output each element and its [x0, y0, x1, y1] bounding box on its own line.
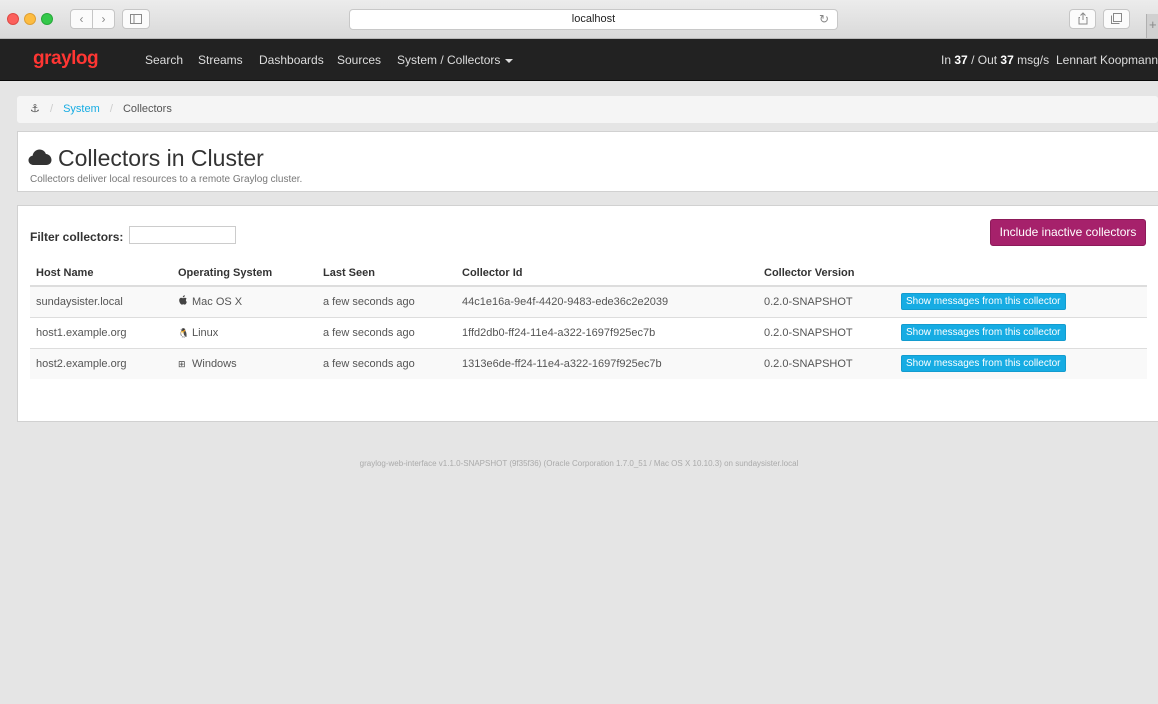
os-name: Mac OS X — [192, 296, 243, 309]
column-header-os: Operating System — [172, 260, 317, 287]
filter-label: Filter collectors: — [30, 230, 124, 244]
top-navbar: graylog Search Streams Dashboards Source… — [0, 39, 1158, 81]
breadcrumb-separator: / — [109, 103, 113, 115]
actions-cell: Show messages from this collector — [895, 285, 1147, 317]
collectors-table: Host Name Operating System Last Seen Col… — [30, 260, 1147, 379]
zoom-window-button[interactable] — [41, 13, 53, 25]
collectors-panel: Filter collectors: Include inactive coll… — [17, 205, 1158, 422]
nav-system-label: System / Collectors — [397, 53, 501, 67]
collector-id-cell: 1ffd2db0-ff24-11e4-a322-1697f925ec7b — [456, 316, 758, 348]
last-seen-cell: a few seconds ago — [317, 285, 456, 317]
host-name-cell: host2.example.org — [30, 347, 172, 379]
collector-version-cell: 0.2.0-SNAPSHOT — [758, 316, 895, 348]
actions-cell: Show messages from this collector — [895, 347, 1147, 379]
show-messages-button[interactable]: Show messages from this collector — [901, 324, 1066, 341]
collector-version-cell: 0.2.0-SNAPSHOT — [758, 347, 895, 379]
column-header-host: Host Name — [30, 260, 172, 287]
tabs-icon — [1111, 13, 1122, 24]
os-name: Linux — [192, 326, 219, 339]
table-row: host2.example.org ⊞ Windows a few seconds… — [30, 347, 1147, 379]
last-seen-cell: a few seconds ago — [317, 316, 456, 348]
nav-streams[interactable]: Streams — [198, 53, 243, 67]
host-name-cell: sundaysister.local — [30, 285, 172, 317]
column-header-version: Collector Version — [758, 260, 895, 287]
close-window-button[interactable] — [7, 13, 19, 25]
collector-id-cell: 44c1e16a-9e4f-4420-9483-ede36c2e2039 — [456, 285, 758, 317]
os-cell: ⊞ Windows — [172, 347, 317, 379]
breadcrumb: ⚓ / System / Collectors — [17, 96, 1158, 123]
minimize-window-button[interactable] — [24, 13, 36, 25]
column-header-last-seen: Last Seen — [317, 260, 456, 287]
new-tab-button[interactable]: + — [1146, 14, 1158, 38]
cloud-icon — [28, 149, 52, 165]
forward-button[interactable]: › — [92, 9, 115, 29]
graylog-logo[interactable]: graylog — [33, 48, 99, 70]
show-tabs-button[interactable] — [1103, 9, 1130, 29]
reload-icon[interactable]: ↻ — [819, 10, 829, 29]
collector-version-cell: 0.2.0-SNAPSHOT — [758, 285, 895, 317]
sidebar-toggle-button[interactable] — [122, 9, 150, 29]
brand-prefix: gray — [33, 48, 72, 69]
apple-icon — [179, 295, 187, 305]
footer-version-info: graylog-web-interface v1.1.0-SNAPSHOT (9… — [359, 459, 799, 468]
breadcrumb-system-link[interactable]: System — [63, 103, 100, 115]
anchor-icon[interactable]: ⚓ — [30, 103, 40, 115]
collector-id-cell: 1313e6de-ff24-11e4-a322-1697f925ec7b — [456, 347, 758, 379]
table-header-row: Host Name Operating System Last Seen Col… — [30, 260, 1147, 287]
table-row: host1.example.org 🐧 Linux a few seconds a… — [30, 316, 1147, 348]
filter-collectors-input[interactable] — [129, 226, 236, 244]
caret-down-icon — [505, 58, 514, 63]
breadcrumb-separator: / — [49, 103, 53, 115]
throughput-in-value: 37 — [954, 53, 968, 67]
user-menu[interactable]: Lennart Koopmann — [1056, 53, 1158, 67]
url-text: localhost — [571, 13, 616, 25]
nav-search[interactable]: Search — [145, 53, 183, 67]
user-name: Lennart Koopmann — [1056, 53, 1158, 67]
page-title: Collectors in Cluster — [28, 145, 264, 172]
sidebar-icon — [130, 14, 142, 24]
nav-dashboards[interactable]: Dashboards — [259, 53, 324, 67]
share-icon — [1078, 12, 1087, 25]
column-header-id: Collector Id — [456, 260, 758, 287]
nav-system-dropdown[interactable]: System / Collectors — [397, 53, 514, 67]
throughput-out-value: 37 — [1000, 53, 1014, 67]
windows-icon: ⊞ — [178, 358, 186, 369]
os-name: Windows — [192, 357, 237, 370]
os-cell: Mac OS X — [172, 285, 317, 317]
os-cell: 🐧 Linux — [172, 316, 317, 348]
column-header-actions — [895, 260, 1147, 287]
nav-sources[interactable]: Sources — [337, 53, 381, 67]
throughput-separator: / Out — [971, 53, 998, 67]
browser-toolbar: ‹ › localhost ↻ + — [0, 0, 1158, 39]
back-button[interactable]: ‹ — [70, 9, 93, 29]
throughput-in-label: In — [941, 53, 952, 67]
host-name-cell: host1.example.org — [30, 316, 172, 348]
page-header: Collectors in Cluster Collectors deliver… — [17, 131, 1158, 192]
actions-cell: Show messages from this collector — [895, 316, 1147, 348]
page-title-text: Collectors in Cluster — [58, 145, 264, 171]
table-row: sundaysister.local Mac OS X a few second… — [30, 285, 1147, 317]
page-subtitle: Collectors deliver local resources to a … — [30, 174, 303, 185]
show-messages-button[interactable]: Show messages from this collector — [901, 293, 1066, 311]
linux-icon: 🐧 — [178, 327, 190, 338]
include-inactive-button[interactable]: Include inactive collectors — [990, 219, 1146, 246]
show-messages-button[interactable]: Show messages from this collector — [901, 355, 1066, 373]
throughput-unit: msg/s — [1017, 53, 1050, 67]
address-bar[interactable]: localhost ↻ — [349, 9, 838, 30]
share-button[interactable] — [1069, 9, 1096, 29]
breadcrumb-current: Collectors — [122, 103, 172, 115]
brand-suffix: log — [71, 48, 99, 69]
last-seen-cell: a few seconds ago — [317, 347, 456, 379]
throughput-indicator: In 37 / Out 37 msg/s — [941, 53, 1049, 67]
